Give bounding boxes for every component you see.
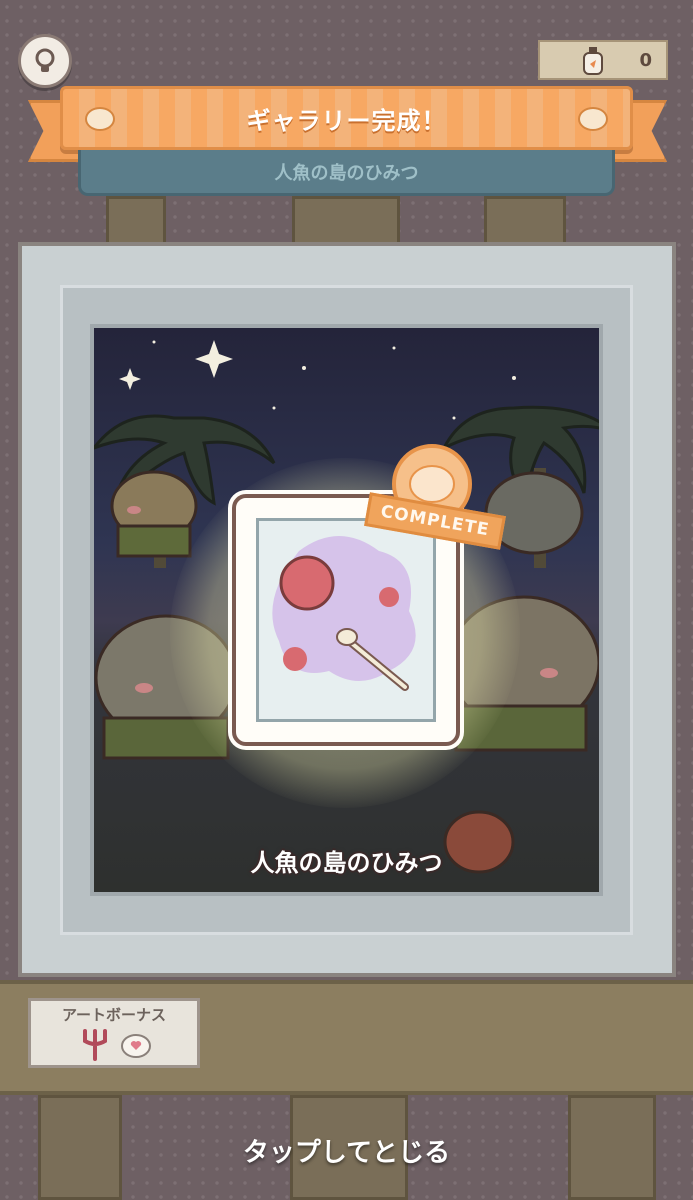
item-counter: 0 — [538, 40, 668, 80]
art-bonus-label: アートボーナス — [61, 1006, 167, 1024]
completion-ribbon: ギャラリー完成！ — [60, 86, 633, 150]
trident-icon — [83, 1029, 107, 1061]
painting-title: 人魚の島のひみつ — [250, 849, 443, 877]
art-bonus-panel: アートボーナス — [28, 998, 200, 1068]
easel-top-left — [106, 196, 166, 248]
hint-button[interactable] — [18, 34, 72, 88]
bear-face-icon — [85, 107, 115, 131]
bear-face-icon — [578, 107, 608, 131]
heart-bear-icon — [121, 1034, 151, 1058]
gallery-name: 人魚の島のひみつ — [274, 162, 419, 184]
counter-value: 0 — [639, 49, 652, 71]
tap-to-close-prompt[interactable]: タップしてとじる — [0, 1132, 693, 1169]
easel-top-center — [292, 196, 400, 248]
lightbulb-icon — [35, 48, 55, 72]
ribbon-title: ギャラリー完成！ — [246, 106, 447, 135]
gallery-name-banner: 人魚の島のひみつ — [78, 150, 615, 196]
bottle-icon — [583, 47, 603, 75]
easel-top-right — [484, 196, 566, 248]
